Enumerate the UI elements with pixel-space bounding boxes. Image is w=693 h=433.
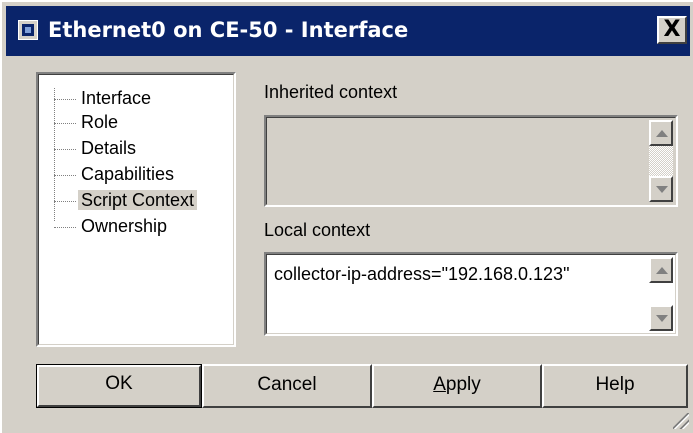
down-arrow-icon [656, 186, 668, 193]
scroll-track[interactable] [649, 146, 673, 176]
window-icon [18, 20, 38, 40]
apply-button[interactable]: Apply [372, 364, 542, 408]
help-button[interactable]: Help [542, 364, 688, 408]
tree-item-ownership[interactable]: Ownership [54, 214, 170, 238]
scroll-down-button[interactable] [649, 305, 673, 331]
cancel-button[interactable]: Cancel [202, 364, 372, 408]
tree-item-interface[interactable]: Interface [54, 86, 154, 110]
scroll-down-button[interactable] [649, 176, 673, 202]
nav-tree: Interface Role Details Capabilities Scri… [36, 72, 236, 347]
local-context-label: Local context [264, 220, 371, 240]
title-bar[interactable]: Ethernet0 on CE-50 - Interface X [6, 6, 690, 56]
up-arrow-icon [656, 267, 668, 274]
tree-item-capabilities[interactable]: Capabilities [54, 162, 177, 186]
close-button[interactable]: X [657, 16, 687, 44]
inherited-context-label: Inherited context [264, 82, 398, 102]
tree-item-role[interactable]: Role [54, 110, 121, 134]
scroll-up-button[interactable] [649, 257, 673, 283]
local-scrollbar[interactable] [649, 257, 673, 331]
local-context-value: collector-ip-address="192.168.0.123" [274, 264, 570, 284]
ok-button[interactable]: OK [36, 364, 202, 408]
tree-item-script-context[interactable]: Script Context [54, 188, 198, 212]
inherited-scrollbar[interactable] [649, 120, 673, 202]
tree-item-details[interactable]: Details [54, 136, 139, 160]
local-context-field[interactable]: collector-ip-address="192.168.0.123" [264, 252, 678, 336]
scroll-up-button[interactable] [649, 120, 673, 146]
down-arrow-icon [656, 315, 668, 322]
interface-dialog: Ethernet0 on CE-50 - Interface X Interfa… [0, 0, 693, 433]
window-title: Ethernet0 on CE-50 - Interface [48, 18, 409, 42]
up-arrow-icon [656, 130, 668, 137]
resize-grip-icon[interactable] [673, 413, 689, 429]
inherited-context-field[interactable] [264, 115, 678, 207]
